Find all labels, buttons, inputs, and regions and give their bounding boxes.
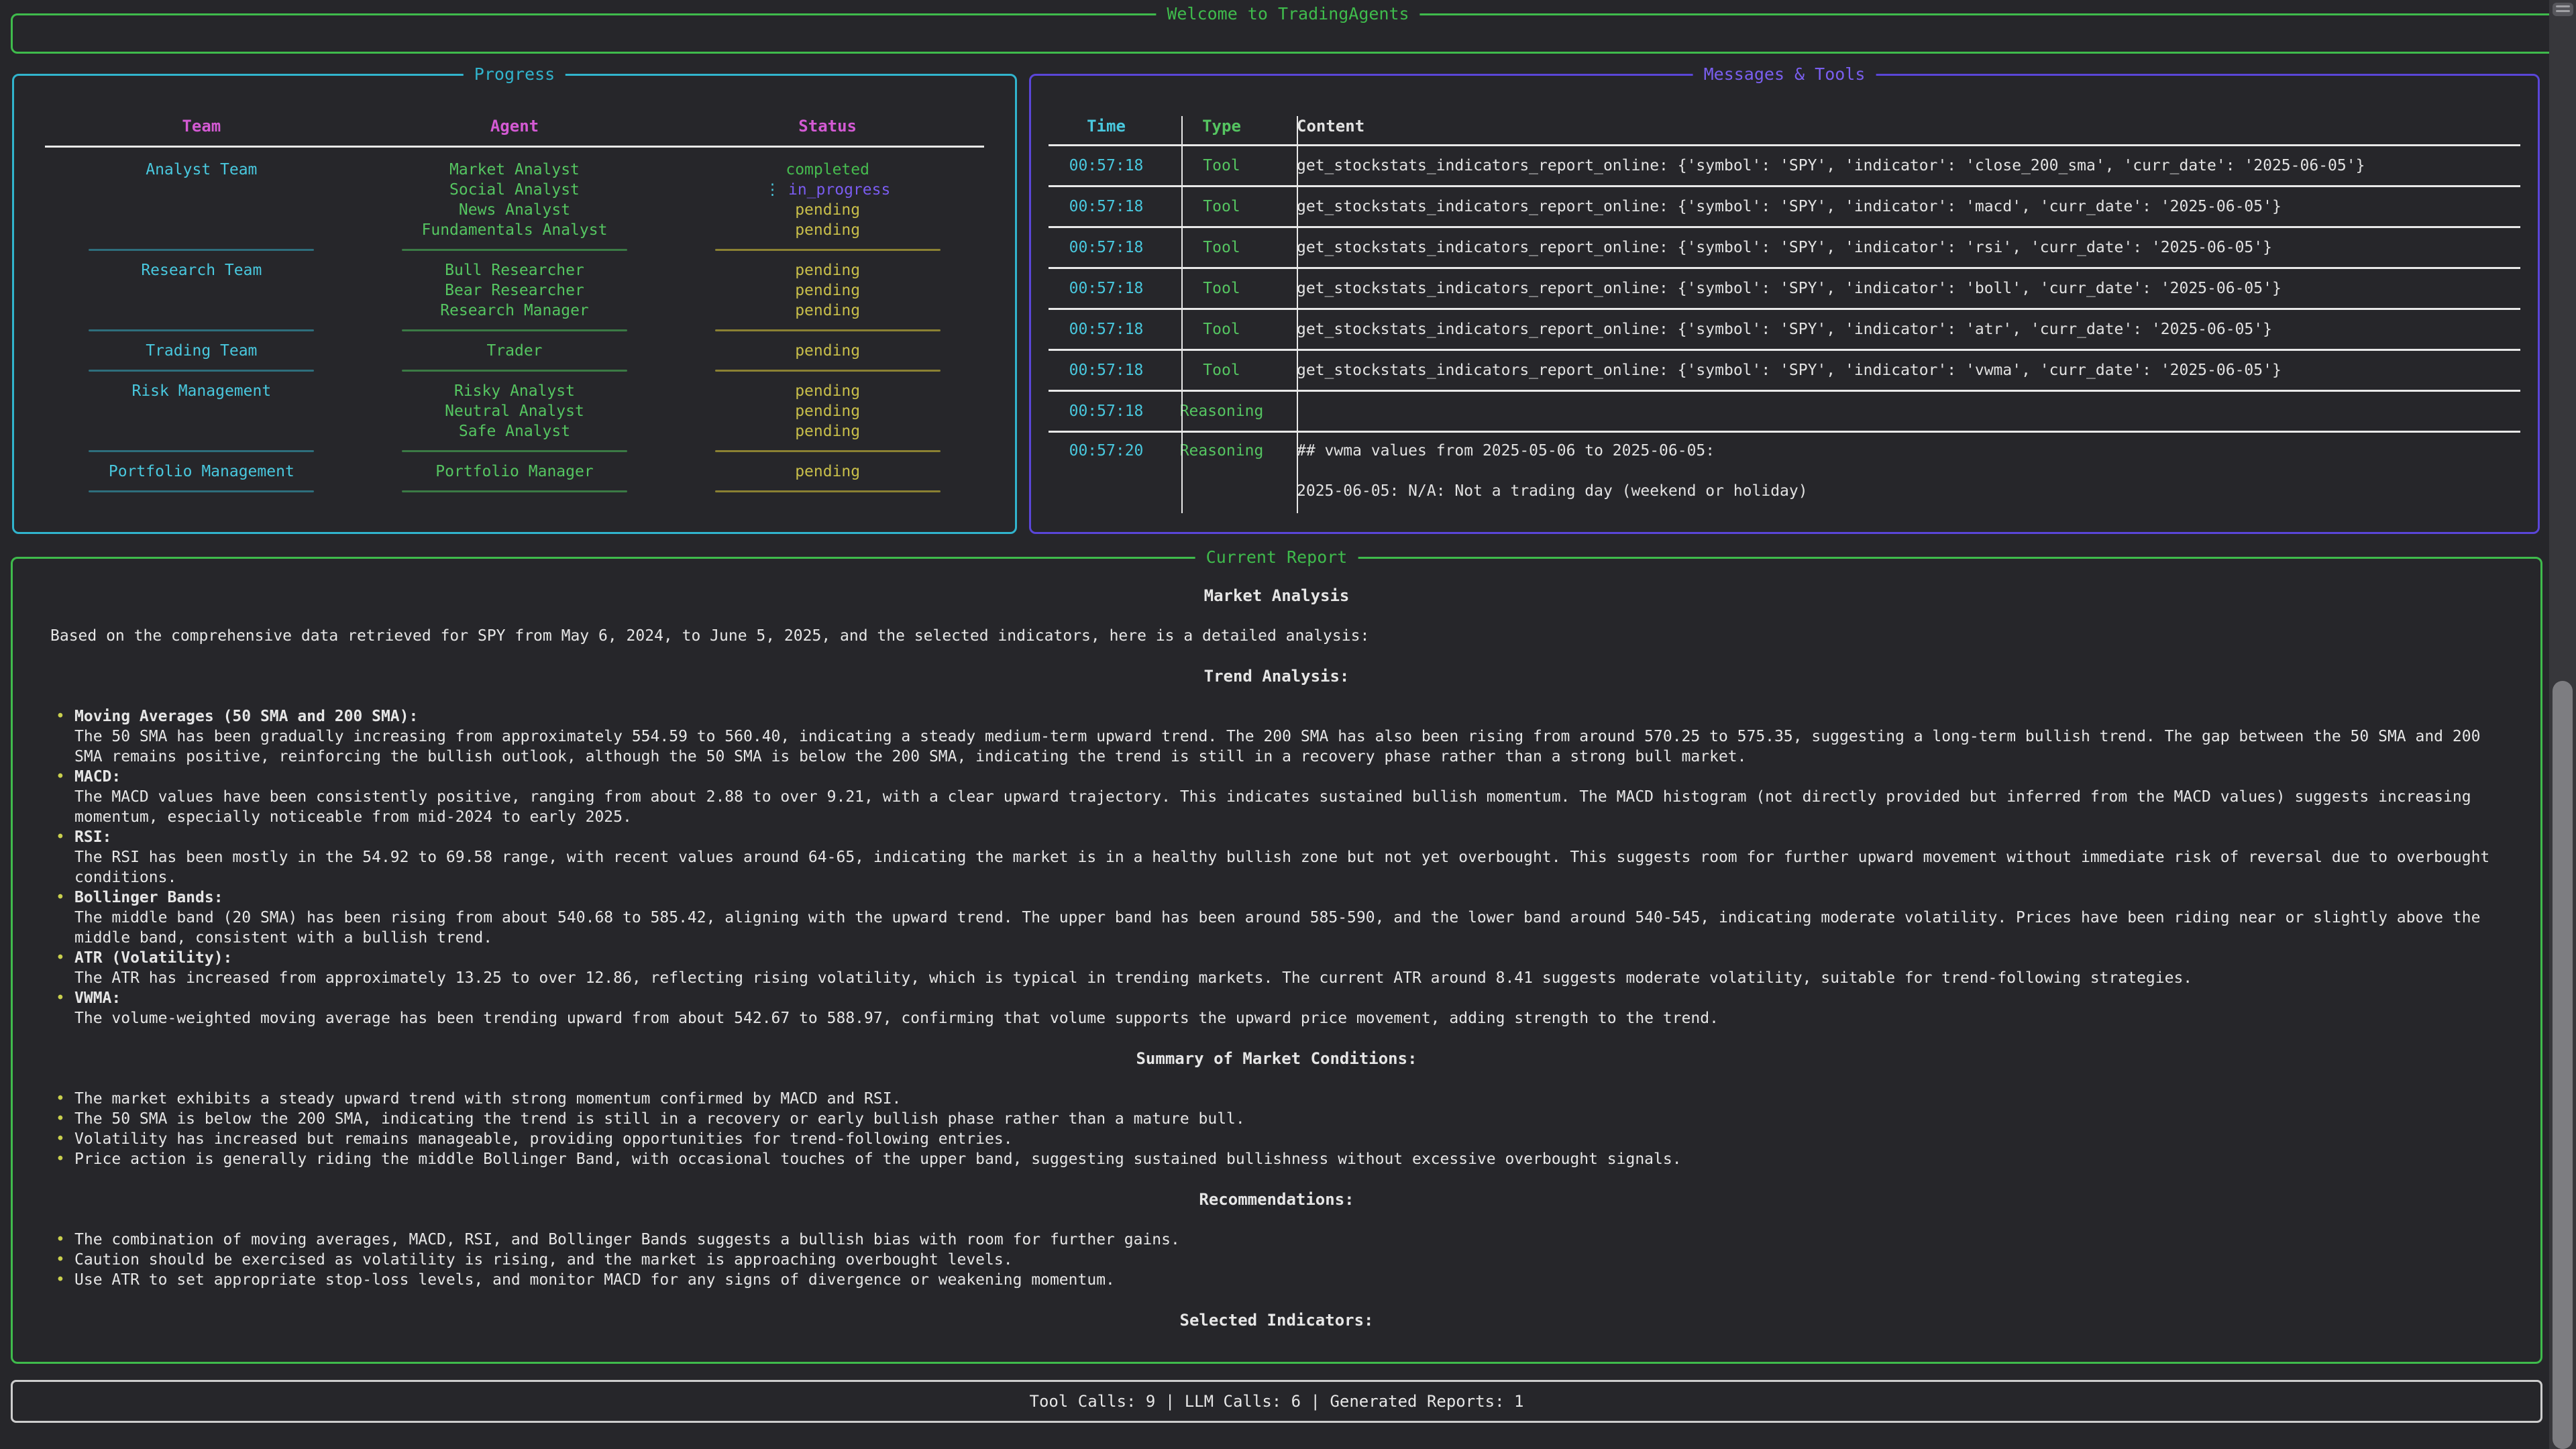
status-badge: pending xyxy=(671,220,984,240)
bullet-icon: • xyxy=(56,1230,74,1250)
bullet-icon: • xyxy=(56,1149,74,1169)
current-report-title: Current Report xyxy=(1195,547,1358,567)
list-item: •Caution should be exercised as volatili… xyxy=(56,1250,2540,1270)
list-item: •The combination of moving averages, MAC… xyxy=(56,1230,2540,1250)
list-item: •VWMA: xyxy=(56,988,2540,1008)
col-status: Status xyxy=(671,116,984,136)
status-badge: pending xyxy=(671,280,984,301)
column-divider xyxy=(1181,116,1183,513)
group-separator xyxy=(45,441,984,462)
table-row: Bear Researcher pending xyxy=(45,280,984,301)
progress-title: Progress xyxy=(464,64,566,84)
list-item: •ATR (Volatility): xyxy=(56,948,2540,968)
bullet-icon: • xyxy=(56,827,74,847)
table-row: Trading Team Trader pending xyxy=(45,341,984,361)
bullet-icon: • xyxy=(56,1089,74,1109)
list-item: •Bollinger Bands: xyxy=(56,888,2540,908)
messages-tools-panel: Messages & Tools Time Type Content 00:57… xyxy=(1029,74,2540,534)
status-badge: pending xyxy=(671,381,984,401)
scrollbar-track[interactable] xyxy=(2549,0,2576,1449)
table-row: 00:57:18 Tool get_stockstats_indicators_… xyxy=(1049,228,2520,267)
report-heading: Summary of Market Conditions: xyxy=(13,1049,2540,1069)
messages-tools-title: Messages & Tools xyxy=(1693,64,1876,84)
bullet-icon: • xyxy=(56,888,74,908)
bullet-icon: • xyxy=(56,988,74,1008)
report-heading: Recommendations: xyxy=(13,1189,2540,1210)
stats-footer-panel: Tool Calls: 9 | LLM Calls: 6 | Generated… xyxy=(11,1380,2542,1423)
table-row: Research Manager pending xyxy=(45,301,984,321)
bullet-icon: • xyxy=(56,1109,74,1129)
group-separator xyxy=(45,482,984,502)
scrollbar-top-button[interactable] xyxy=(2553,3,2573,16)
list-item: •Use ATR to set appropriate stop-loss le… xyxy=(56,1270,2540,1290)
bullet-icon: • xyxy=(56,767,74,787)
spinner-icon: ⋮ xyxy=(765,181,780,199)
table-row: Research Team Bull Researcher pending xyxy=(45,260,984,280)
table-row: 00:57:18 Tool get_stockstats_indicators_… xyxy=(1049,187,2520,226)
stats-text: Tool Calls: 9 | LLM Calls: 6 | Generated… xyxy=(13,1382,2540,1421)
table-row: 00:57:18 Tool get_stockstats_indicators_… xyxy=(1049,310,2520,349)
header-rule xyxy=(45,146,984,148)
welcome-title: Welcome to TradingAgents xyxy=(1156,4,1419,23)
column-divider xyxy=(1297,116,1298,513)
bullet-icon: • xyxy=(56,948,74,968)
group-separator xyxy=(45,240,984,260)
status-badge: pending xyxy=(671,200,984,220)
bullet-icon: • xyxy=(56,706,74,727)
table-row: 00:57:18 Reasoning xyxy=(1049,392,2520,431)
status-badge: pending xyxy=(671,301,984,321)
report-text: Based on the comprehensive data retrieve… xyxy=(13,626,2540,646)
list-item: •RSI: xyxy=(56,827,2540,847)
status-badge: ⋮in_progress xyxy=(671,180,984,200)
report-heading: Trend Analysis: xyxy=(13,666,2540,686)
status-badge: pending xyxy=(671,462,984,482)
welcome-panel: Welcome to TradingAgents xyxy=(11,13,2565,54)
report-body: Market Analysis Based on the comprehensi… xyxy=(13,559,2540,1330)
status-badge: pending xyxy=(671,260,984,280)
table-row: 00:57:18 Tool get_stockstats_indicators_… xyxy=(1049,269,2520,308)
table-row: 00:57:18 Tool get_stockstats_indicators_… xyxy=(1049,351,2520,390)
table-row: Safe Analyst pending xyxy=(45,421,984,441)
progress-table-header: Team Agent Status xyxy=(45,116,984,136)
list-item: •The 50 SMA is below the 200 SMA, indica… xyxy=(56,1109,2540,1129)
messages-table: Time Type Content 00:57:18 Tool get_stoc… xyxy=(1049,116,2520,513)
col-content: Content xyxy=(1279,117,2520,136)
scrollbar-thumb[interactable] xyxy=(2553,681,2573,1449)
progress-panel: Progress Team Agent Status Analyst Team … xyxy=(12,74,1017,534)
list-item: •The market exhibits a steady upward tre… xyxy=(56,1089,2540,1109)
group-separator xyxy=(45,361,984,381)
progress-table: Team Agent Status Analyst Team Market An… xyxy=(45,116,984,502)
list-item: •MACD: xyxy=(56,767,2540,787)
current-report-panel: Current Report Market Analysis Based on … xyxy=(11,557,2542,1364)
col-team: Team xyxy=(45,116,358,136)
table-row: News Analyst pending xyxy=(45,200,984,220)
table-row: Analyst Team Market Analyst completed xyxy=(45,160,984,180)
bullet-icon: • xyxy=(56,1129,74,1149)
list-item: •Price action is generally riding the mi… xyxy=(56,1149,2540,1169)
table-row: 00:57:18 Tool get_stockstats_indicators_… xyxy=(1049,146,2520,185)
bullet-icon: • xyxy=(56,1250,74,1270)
table-row: Social Analyst ⋮in_progress xyxy=(45,180,984,200)
group-separator xyxy=(45,321,984,341)
table-row: Portfolio Management Portfolio Manager p… xyxy=(45,462,984,482)
bullet-icon: • xyxy=(56,1270,74,1290)
table-row: 00:57:20 Reasoning ## vwma values from 2… xyxy=(1049,433,2520,513)
status-badge: pending xyxy=(671,421,984,441)
messages-table-header: Time Type Content xyxy=(1049,116,2520,136)
table-row: Risk Management Risky Analyst pending xyxy=(45,381,984,401)
status-badge: pending xyxy=(671,341,984,361)
col-time: Time xyxy=(1049,117,1164,136)
list-item: •Moving Averages (50 SMA and 200 SMA): xyxy=(56,706,2540,727)
report-heading: Selected Indicators: xyxy=(13,1310,2540,1330)
table-row: Fundamentals Analyst pending xyxy=(45,220,984,240)
report-heading: Market Analysis xyxy=(13,586,2540,606)
list-item: •Volatility has increased but remains ma… xyxy=(56,1129,2540,1149)
table-row: Neutral Analyst pending xyxy=(45,401,984,421)
col-agent: Agent xyxy=(358,116,672,136)
status-badge: completed xyxy=(671,160,984,180)
status-badge: pending xyxy=(671,401,984,421)
